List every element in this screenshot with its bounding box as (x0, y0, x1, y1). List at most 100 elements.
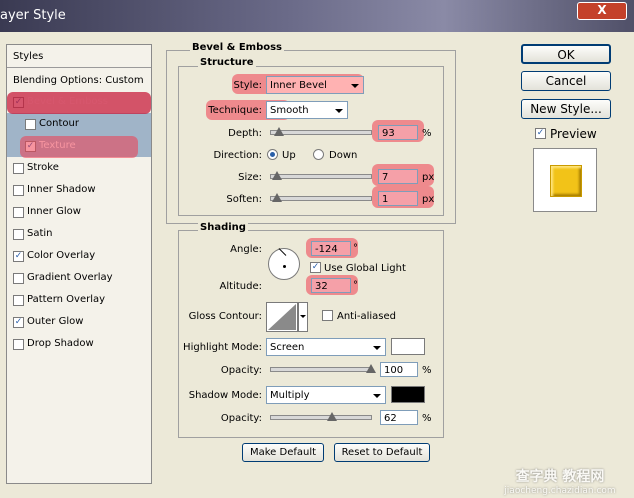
gloss-contour-label: Gloss Contour: (188, 311, 262, 322)
style-item-checkbox[interactable] (13, 229, 24, 240)
shadow-opacity-slider[interactable] (270, 415, 372, 420)
highlight-color-swatch[interactable] (391, 338, 425, 355)
soften-input[interactable]: 1 (378, 191, 418, 206)
shadow-opacity-slider-thumb[interactable] (327, 412, 337, 421)
highlight-opacity-input[interactable]: 100 (380, 362, 418, 377)
depth-slider[interactable] (270, 130, 372, 135)
ok-button[interactable]: OK (521, 44, 611, 64)
style-item[interactable]: Satin (7, 223, 151, 245)
make-default-button[interactable]: Make Default (242, 443, 324, 462)
style-item-checkbox[interactable] (13, 163, 24, 174)
style-item[interactable]: ✓ Color Overlay (7, 245, 151, 267)
blending-options-label: Blending Options: Custom (13, 75, 144, 86)
anti-aliased-checkbox[interactable] (322, 310, 333, 321)
highlight-opacity-unit: % (422, 365, 432, 376)
shadow-color-swatch[interactable] (391, 386, 425, 403)
angle-dial[interactable] (268, 248, 300, 280)
styles-header[interactable]: Styles (7, 45, 151, 68)
preview-swatch (550, 165, 582, 197)
size-slider-thumb[interactable] (272, 171, 282, 180)
style-label: Style: (233, 80, 263, 91)
watermark: 查字典 教程网 jiaocheng.chazidian.com (488, 466, 632, 496)
shadow-mode-value: Multiply (270, 390, 310, 401)
size-unit: px (422, 172, 435, 183)
reset-to-default-button[interactable]: Reset to Default (334, 443, 430, 462)
angle-input[interactable]: -124 (311, 241, 351, 256)
style-item[interactable]: ✓ Outer Glow (7, 311, 151, 333)
technique-dropdown[interactable]: Smooth (266, 101, 348, 119)
style-item[interactable]: Gradient Overlay (7, 267, 151, 289)
size-label: Size: (238, 172, 262, 183)
cancel-button[interactable]: Cancel (521, 71, 611, 91)
style-item[interactable]: Pattern Overlay (7, 289, 151, 311)
anti-aliased-label: Anti-aliased (337, 311, 397, 322)
direction-up-label: Up (282, 150, 296, 161)
style-item-checkbox[interactable] (13, 207, 24, 218)
radio-dot (270, 152, 275, 157)
shadow-mode-dropdown[interactable]: Multiply (266, 386, 386, 404)
highlight-mark (7, 92, 151, 114)
style-item-label: Pattern Overlay (27, 294, 106, 305)
direction-up-radio[interactable] (267, 149, 278, 160)
depth-unit: % (422, 128, 432, 139)
shadow-mode-label: Shadow Mode: (188, 390, 262, 401)
chevron-down-icon (351, 84, 359, 88)
use-global-light-checkbox[interactable]: ✓ (310, 262, 321, 273)
contour-preview-icon (268, 304, 296, 330)
style-item-checkbox[interactable]: ✓ (13, 317, 24, 328)
style-item-checkbox[interactable] (13, 339, 24, 350)
highlight-mode-dropdown[interactable]: Screen (266, 338, 386, 356)
altitude-input[interactable]: 32 (311, 278, 351, 293)
highlight-opacity-slider[interactable] (270, 367, 372, 372)
style-item[interactable]: Inner Glow (7, 201, 151, 223)
shadow-opacity-unit: % (422, 413, 432, 424)
preview-checkbox[interactable]: ✓ (535, 128, 546, 139)
bevel-emboss-title: Bevel & Emboss (190, 42, 284, 53)
style-item-checkbox[interactable] (13, 185, 24, 196)
style-item-label: Stroke (27, 162, 59, 173)
highlight-mode-label: Highlight Mode: (183, 342, 262, 353)
direction-down-radio[interactable] (313, 149, 324, 160)
style-dropdown[interactable]: Inner Bevel (266, 76, 364, 94)
use-global-light-label: Use Global Light (324, 263, 406, 274)
direction-label: Direction: (213, 150, 262, 161)
style-item[interactable]: Drop Shadow (7, 333, 151, 355)
watermark-line1: 查字典 教程网 (515, 469, 605, 485)
shadow-opacity-input[interactable]: 62 (380, 410, 418, 425)
style-item-checkbox[interactable] (25, 119, 36, 130)
soften-slider-thumb[interactable] (272, 193, 282, 202)
window-title: ayer Style (0, 8, 66, 23)
preview-label: Preview (550, 127, 597, 141)
depth-slider-thumb[interactable] (274, 127, 284, 136)
size-input[interactable]: 7 (378, 169, 418, 184)
gloss-contour-dropdown[interactable] (298, 302, 308, 332)
style-item[interactable]: Inner Shadow (7, 179, 151, 201)
style-item-label: Outer Glow (27, 316, 84, 327)
angle-label: Angle: (230, 244, 262, 255)
blending-options-item[interactable]: Blending Options: Custom (7, 69, 151, 91)
style-item-label: Gradient Overlay (27, 272, 113, 283)
technique-label: Technique: (208, 105, 262, 116)
style-item-checkbox[interactable] (13, 273, 24, 284)
close-button[interactable]: X (577, 2, 627, 20)
soften-slider[interactable] (270, 196, 372, 201)
chevron-down-icon (335, 109, 343, 113)
gloss-contour-picker[interactable] (266, 302, 298, 332)
depth-input[interactable]: 93 (378, 125, 418, 140)
style-item-label: Drop Shadow (27, 338, 94, 349)
size-slider[interactable] (270, 174, 372, 179)
style-item[interactable]: Stroke (7, 157, 151, 179)
style-item-checkbox[interactable] (13, 295, 24, 306)
style-item[interactable]: Contour (7, 113, 151, 135)
highlight-opacity-slider-thumb[interactable] (366, 364, 376, 373)
angle-dial-center (283, 265, 286, 268)
preview-thumbnail (533, 148, 597, 212)
style-item-label: Contour (39, 118, 79, 129)
angle-dial-needle (278, 248, 287, 256)
style-item-checkbox[interactable]: ✓ (13, 251, 24, 262)
new-style-button[interactable]: New Style... (521, 99, 611, 119)
altitude-label: Altitude: (219, 281, 262, 292)
style-item-label: Inner Glow (27, 206, 81, 217)
watermark-line2: jiaocheng.chazidian.com (504, 486, 616, 496)
style-item-label: Inner Shadow (27, 184, 96, 195)
